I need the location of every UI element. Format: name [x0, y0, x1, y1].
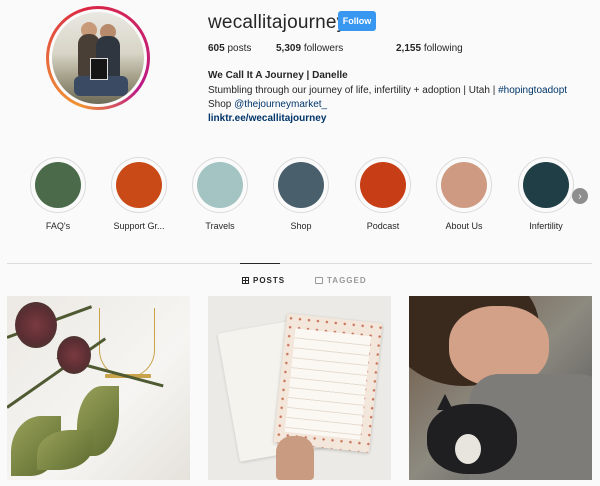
post-notepad-cards[interactable] [208, 296, 391, 480]
stat-followers[interactable]: 5,309 followers [276, 43, 396, 54]
profile-stats: 605 posts 5,309 followers 2,155 followin… [208, 43, 463, 54]
highlight-label: Travels [205, 221, 235, 231]
post-woman-with-cat[interactable] [409, 296, 592, 480]
hand [276, 436, 314, 480]
highlight-support-groups[interactable]: Support Gr... [99, 157, 179, 231]
highlight-cover [278, 162, 324, 208]
profile-avatar-ring[interactable] [46, 6, 150, 110]
following-label: following [423, 43, 463, 54]
following-count: 2,155 [396, 43, 422, 54]
highlight-label: Infertility [529, 221, 563, 231]
highlight-label: Support Gr... [113, 221, 165, 231]
highlight-ring [436, 157, 492, 213]
bio-text: Shop [208, 99, 235, 110]
tab-posts-label: POSTS [253, 276, 286, 285]
thistle-flower [15, 302, 57, 348]
profile-full-name: We Call It A Journey | Danelle [208, 70, 348, 81]
followers-label: followers [303, 43, 344, 54]
story-highlights: FAQ's Support Gr... Travels Shop Podcast… [0, 157, 600, 237]
tab-posts[interactable]: POSTS [242, 276, 285, 285]
posts-count: 605 [208, 43, 225, 54]
post-thistle-necklace[interactable] [7, 296, 190, 480]
highlight-ring [30, 157, 86, 213]
highlight-podcast[interactable]: Podcast [343, 157, 423, 231]
highlight-faqs[interactable]: FAQ's [18, 157, 98, 231]
highlight-shop[interactable]: Shop [261, 157, 341, 231]
tab-divider [7, 263, 592, 264]
highlight-label: Shop [290, 221, 312, 231]
tagged-icon [315, 277, 323, 284]
highlight-label: About Us [445, 221, 483, 231]
avatar[interactable] [52, 12, 144, 104]
highlight-cover [197, 162, 243, 208]
avatar-sign [90, 58, 108, 80]
profile-website-link[interactable]: linktr.ee/wecallitajourney [208, 113, 326, 124]
followers-count: 5,309 [276, 43, 302, 54]
highlight-cover [35, 162, 81, 208]
stat-posts: 605 posts [208, 43, 276, 54]
highlight-ring [111, 157, 167, 213]
posts-label: posts [227, 43, 252, 54]
highlight-about-us[interactable]: About Us [424, 157, 504, 231]
profile-bio-line-1: Stumbling through our journey of life, i… [208, 85, 567, 96]
highlight-cover [360, 162, 406, 208]
profile-bio-line-2: Shop @thejourneymarket_ [208, 99, 327, 110]
bio-text: Stumbling through our journey of life, i… [208, 85, 499, 96]
bio-hashtag-link[interactable]: #hopingtoadopt [498, 85, 567, 96]
profile-username: wecallitajourney [208, 12, 347, 33]
notepad-paper [284, 328, 372, 440]
highlight-cover [116, 162, 162, 208]
active-tab-indicator [240, 263, 280, 264]
thistle-flower [57, 336, 91, 374]
tab-tagged-label: TAGGED [327, 276, 367, 285]
highlight-ring [192, 157, 248, 213]
follow-button[interactable]: Follow [338, 11, 376, 31]
highlight-label: FAQ's [45, 221, 71, 231]
highlight-ring [273, 157, 329, 213]
bio-mention-link[interactable]: @thejourneymarket_ [234, 99, 327, 110]
avatar-border [49, 9, 147, 107]
highlight-ring [518, 157, 574, 213]
notepad-card-front [273, 313, 383, 453]
highlight-label: Podcast [366, 221, 400, 231]
highlight-travels[interactable]: Travels [180, 157, 260, 231]
highlight-ring [355, 157, 411, 213]
highlight-cover [441, 162, 487, 208]
highlight-cover [523, 162, 569, 208]
necklace-chain [99, 308, 155, 378]
stat-following[interactable]: 2,155 following [396, 43, 463, 54]
cat-chest [455, 434, 481, 464]
grid-icon [242, 277, 249, 284]
chevron-right-icon[interactable]: › [572, 188, 588, 204]
tab-tagged[interactable]: TAGGED [315, 276, 367, 285]
